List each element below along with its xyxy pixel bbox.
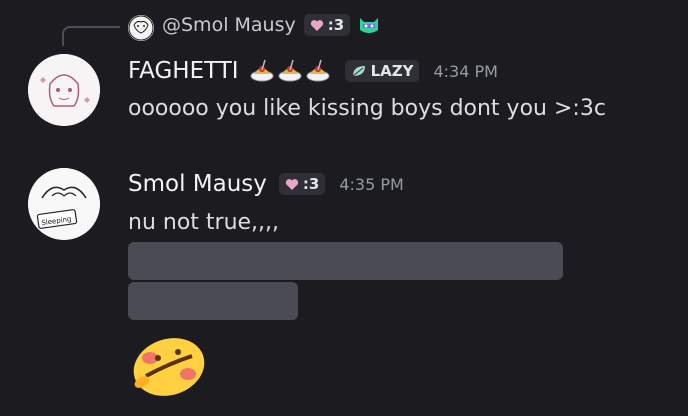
message-timestamp-2[interactable]: 4:35 PM xyxy=(339,175,403,194)
spaghetti-icons xyxy=(249,58,333,84)
message-timestamp-1[interactable]: 4:34 PM xyxy=(433,62,497,81)
reply-header: @Smol Mausy :3 xyxy=(162,14,380,36)
flushed-emoji-icon[interactable] xyxy=(128,336,210,398)
heart-icon xyxy=(310,19,323,31)
message-author-2[interactable]: Smol Mausy xyxy=(128,171,267,197)
spaghetti-icon xyxy=(306,59,330,82)
reply-avatar[interactable] xyxy=(128,15,154,41)
redacted-block-1 xyxy=(128,242,563,280)
message-text-1: oooooo you like kissing boys dont you >:… xyxy=(128,96,606,121)
spaghetti-icon xyxy=(250,59,274,82)
avatar-smol-mausy[interactable]: Sleeping xyxy=(28,168,100,240)
heart-icon xyxy=(285,178,299,190)
spaghetti-icon xyxy=(278,59,302,82)
nitro-cat-icon xyxy=(360,18,379,33)
message-role-label-2: :3 xyxy=(302,175,320,193)
leaf-icon xyxy=(352,66,365,77)
reply-role-label: :3 xyxy=(327,16,345,34)
message-author-1[interactable]: FAGHETTI xyxy=(128,58,239,84)
message-header-1: FAGHETTI LAZY 4:34 PM xyxy=(128,58,498,84)
reply-role-badge: :3 xyxy=(303,14,351,36)
avatar-faghetti[interactable] xyxy=(28,54,100,126)
message-role-label-1: LAZY xyxy=(370,62,414,80)
message-header-2: Smol Mausy :3 4:35 PM xyxy=(128,171,404,197)
message-text-2: nu not true,,,, xyxy=(128,210,280,235)
message-role-badge-1: LAZY xyxy=(344,60,420,82)
message-role-badge-2: :3 xyxy=(278,173,326,195)
reply-spine xyxy=(62,26,120,46)
reply-author[interactable]: @Smol Mausy xyxy=(162,14,296,36)
redacted-block-2 xyxy=(128,282,298,320)
